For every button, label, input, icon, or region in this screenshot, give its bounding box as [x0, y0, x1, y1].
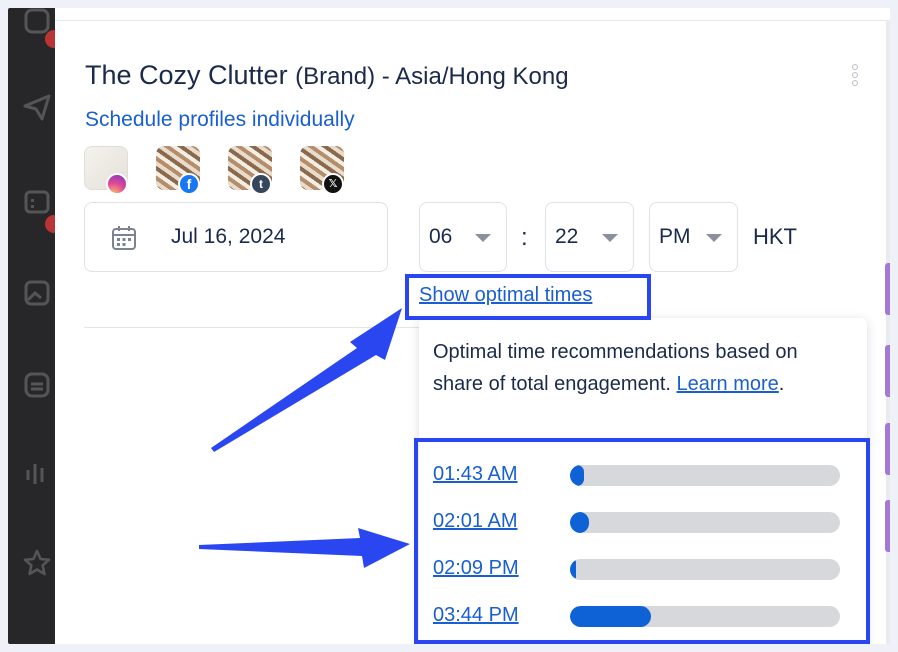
x-icon: 𝕏 [322, 173, 344, 195]
chevron-down-icon [602, 234, 618, 242]
side-tab[interactable] [885, 345, 890, 397]
timezone-label: HKT [753, 224, 797, 249]
chevron-down-icon [475, 234, 491, 242]
calendar-nav-icon[interactable] [22, 186, 52, 216]
more-options-icon[interactable] [848, 64, 862, 94]
date-picker[interactable]: Jul 16, 2024 [84, 202, 388, 272]
minute-value: 22 [555, 225, 579, 248]
time-separator: : [521, 224, 528, 251]
facebook-icon: f [178, 173, 200, 195]
learn-more-link[interactable]: Learn more [677, 373, 779, 395]
side-tab[interactable] [885, 423, 890, 475]
send-icon[interactable] [22, 92, 52, 122]
instagram-icon [106, 173, 128, 195]
optimal-description: Optimal time recommendations based on sh… [433, 336, 853, 400]
date-value: Jul 16, 2024 [171, 225, 286, 248]
side-tab[interactable] [885, 263, 890, 315]
chevron-down-icon [706, 234, 722, 242]
highlight-box [405, 274, 651, 320]
brand-timezone: (Brand) - Asia/Hong Kong [295, 63, 569, 90]
highlight-box [414, 438, 870, 644]
left-nav [8, 8, 63, 644]
ampm-select[interactable]: PM [649, 202, 738, 272]
side-tab[interactable] [885, 500, 890, 552]
calendar-icon [112, 226, 136, 250]
app-window: The Cozy Clutter (Brand) - Asia/Hong Kon… [8, 8, 890, 644]
hour-value: 06 [429, 225, 453, 248]
image-icon[interactable] [22, 278, 52, 308]
brand-name: The Cozy Clutter [85, 60, 288, 90]
hour-select[interactable]: 06 [419, 202, 507, 272]
divider [84, 327, 420, 328]
minute-select[interactable]: 22 [545, 202, 634, 272]
analytics-icon[interactable] [22, 458, 52, 488]
brand-title: The Cozy Clutter (Brand) - Asia/Hong Kon… [85, 60, 569, 91]
tumblr-icon: t [250, 173, 272, 195]
star-icon[interactable] [22, 548, 52, 578]
ampm-value: PM [659, 225, 691, 248]
schedule-individually-link[interactable]: Schedule profiles individually [85, 108, 355, 132]
inbox-icon[interactable] [22, 370, 52, 400]
description-period: . [778, 373, 785, 395]
